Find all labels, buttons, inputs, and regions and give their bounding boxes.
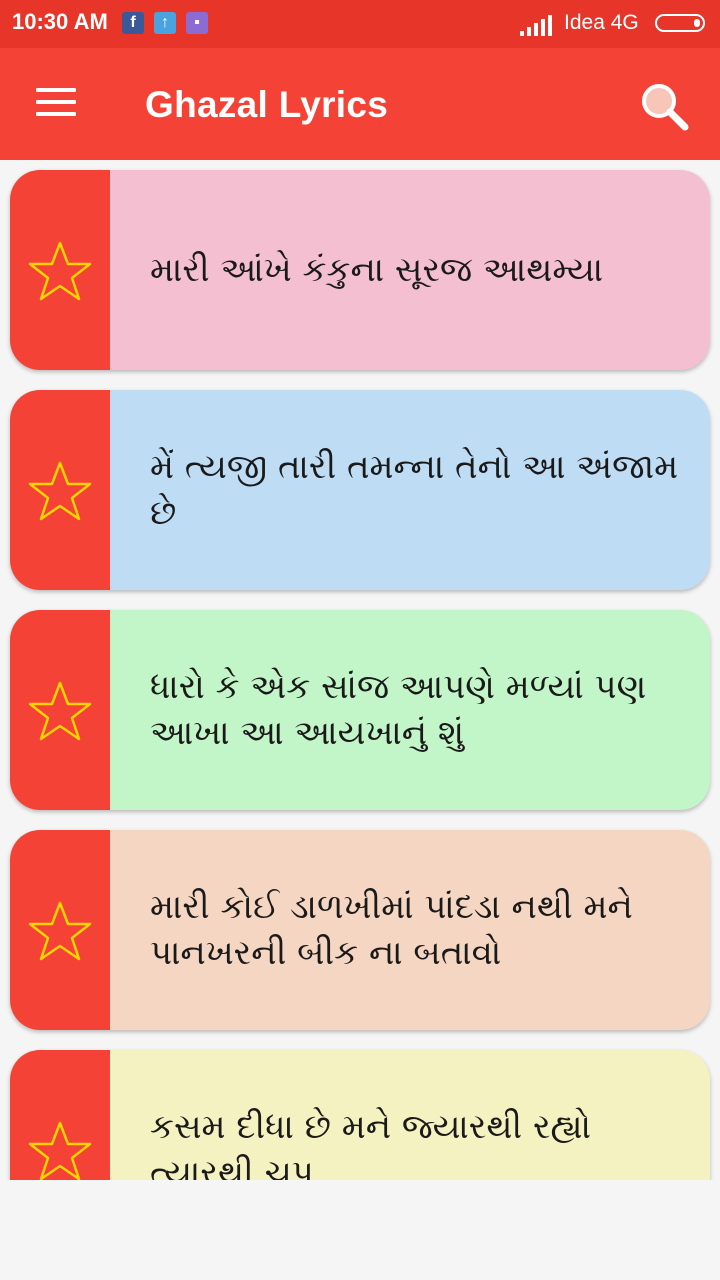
upload-icon: ↑ <box>154 12 176 34</box>
ghazal-card[interactable]: કસમ દીધા છે મને જ્યારથી રહ્યો ત્યારથી ચુ… <box>10 1050 710 1180</box>
ghazal-title: ધારો કે એક સાંજ આપણે મળ્યાં પણ આખા આ આયખ… <box>150 667 647 753</box>
ghazal-title: મેં ત્યજી તારી તમન્ના તેનો આ અંજામ છે <box>150 447 679 533</box>
messenger-icon: ▪ <box>186 12 208 34</box>
bottom-blank-area <box>0 1180 720 1280</box>
carrier-label: Idea 4G <box>564 11 639 34</box>
card-accent <box>10 610 110 810</box>
ghazal-title: કસમ દીધા છે મને જ્યારથી રહ્યો ત્યારથી ચુ… <box>150 1107 592 1180</box>
star-favorite-icon[interactable] <box>28 460 92 522</box>
ghazal-card[interactable]: મારી આંખે કંકુના સૂરજ આથમ્યા <box>10 170 710 370</box>
app-title: Ghazal Lyrics <box>145 84 389 125</box>
status-bar: 10:30 AM f ↑ ▪ Idea 4G <box>0 0 720 48</box>
card-accent <box>10 170 110 370</box>
search-icon[interactable] <box>638 80 690 132</box>
ghazal-card[interactable]: મેં ત્યજી તારી તમન્ના તેનો આ અંજામ છે <box>10 390 710 590</box>
app-bar: Ghazal Lyrics <box>0 48 720 160</box>
star-favorite-icon[interactable] <box>28 1120 92 1180</box>
ghazal-card[interactable]: ધારો કે એક સાંજ આપણે મળ્યાં પણ આખા આ આયખ… <box>10 610 710 810</box>
status-time: 10:30 AM <box>12 9 108 34</box>
star-favorite-icon[interactable] <box>28 900 92 962</box>
signal-icon <box>520 15 552 36</box>
ghazal-card[interactable]: મારી કોઈ ડાળખીમાં પાંદડા નથી મને પાનખરની… <box>10 830 710 1030</box>
star-favorite-icon[interactable] <box>28 240 92 302</box>
card-accent <box>10 830 110 1030</box>
star-favorite-icon[interactable] <box>28 680 92 742</box>
hamburger-menu-icon[interactable] <box>36 88 76 120</box>
ghazal-title: મારી કોઈ ડાળખીમાં પાંદડા નથી મને પાનખરની… <box>150 887 633 973</box>
card-accent <box>10 1050 110 1180</box>
ghazal-title: મારી આંખે કંકુના સૂરજ આથમ્યા <box>150 250 604 290</box>
ghazal-list[interactable]: મારી આંખે કંકુના સૂરજ આથમ્યા મેં ત્યજી ત… <box>0 160 720 1180</box>
battery-icon <box>655 14 705 32</box>
card-accent <box>10 390 110 590</box>
facebook-icon: f <box>122 12 144 34</box>
